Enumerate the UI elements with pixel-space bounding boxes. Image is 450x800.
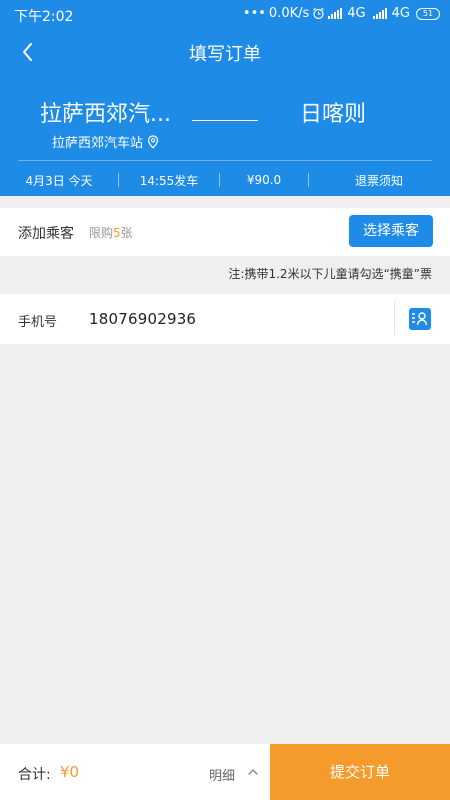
select-passenger-button[interactable]: 选择乘客 [349,215,433,247]
alarm-icon [313,7,325,20]
add-passenger-label: 添加乘客 [18,226,74,242]
route: 拉萨西郊汽... 日喀则 [40,96,420,130]
trip-info-bar: 4月3日 今天 14:55发车 ¥90.0 退票须知 [0,166,450,194]
total-label: 合计: [18,767,51,783]
status-time: 下午2:02 [14,9,74,25]
child-ticket-note: 注:携带1.2米以下儿童请勾选“携童”票 [228,267,432,281]
signal-1-label: 4G [347,6,366,21]
dots-icon: ••• [242,6,266,21]
status-bar: 下午2:02 ••• 0.0K/s 4G 4G 51 [0,0,450,28]
signal-2-label: 4G [391,6,410,21]
route-line [192,120,258,121]
order-header: 下午2:02 ••• 0.0K/s 4G 4G 51 填写订单 拉萨西郊汽...… [0,0,450,196]
trip-date: 4月3日 今天 [25,173,93,188]
ticket-price: ¥90.0 [246,173,282,187]
navbar: 填写订单 [0,30,450,74]
signal-icon [372,8,387,19]
network-speed: 0.0K/s [268,6,310,21]
location-pin-icon [147,134,159,149]
limit-prefix: 限购 [89,226,114,240]
submit-order-button[interactable]: 提交订单 [270,744,450,800]
signal-icon [328,8,343,19]
departure-city: 拉萨西郊汽... [40,102,171,127]
station-name: 拉萨西郊汽车站 [52,136,144,151]
departure-station[interactable]: 拉萨西郊汽车站 [52,132,159,151]
limit-suffix: 张 [120,226,133,240]
chevron-up-icon[interactable] [247,767,259,777]
phone-input[interactable]: 18076902936 [89,310,196,328]
header-divider [18,160,432,161]
status-indicators: ••• 0.0K/s 4G 4G 51 [243,6,440,21]
departure-time: 14:55发车 [139,173,199,188]
phone-label: 手机号 [18,315,58,330]
page-title: 填写订单 [189,44,261,65]
purchase-limit: 限购5张 [89,224,133,241]
add-passenger-row: 添加乘客 限购5张 选择乘客 [0,208,450,256]
phone-divider [394,302,395,336]
price-detail-toggle[interactable]: 明细 [209,765,235,784]
contacts-book-icon[interactable] [408,307,432,331]
arrival-city: 日喀则 [300,102,367,127]
total-amount: ¥0 [60,763,80,781]
phone-row: 手机号 18076902936 [0,294,450,344]
refund-notice-link[interactable]: 退票须知 [309,172,449,189]
bottom-bar: 合计: ¥0 明细 提交订单 [0,744,450,800]
battery-icon: 51 [416,7,440,20]
limit-count: 5 [113,226,121,240]
